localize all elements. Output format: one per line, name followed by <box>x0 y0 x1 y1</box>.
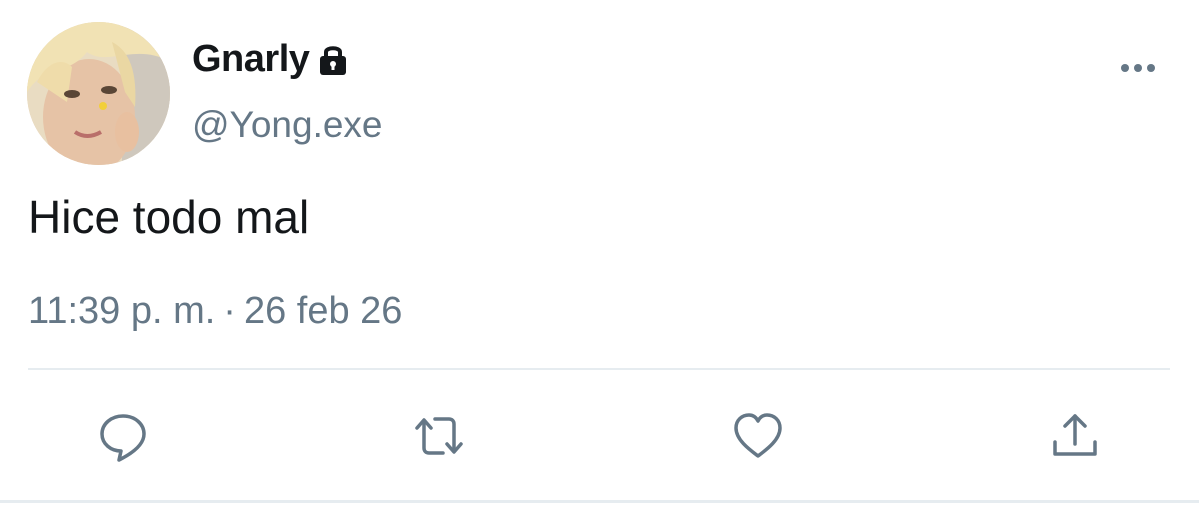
tweet-time: 11:39 p. m. <box>28 290 216 332</box>
divider <box>28 368 1170 370</box>
retweet-icon <box>415 417 463 455</box>
avatar-image <box>27 22 170 165</box>
tweet-date: 26 feb 26 <box>243 290 403 332</box>
like-button[interactable] <box>730 408 786 464</box>
more-horizontal-icon[interactable] <box>1115 58 1161 78</box>
display-name-text: Gnarly <box>192 38 310 80</box>
share-button[interactable] <box>1047 408 1103 464</box>
user-handle[interactable]: @Yong.exe <box>192 104 383 146</box>
lock-icon <box>315 42 351 78</box>
avatar[interactable] <box>27 22 170 165</box>
share-icon <box>1053 414 1097 456</box>
tweet-card: Gnarly @Yong.exe Hice todo mal 11:39 p. … <box>0 0 1199 519</box>
reply-button[interactable] <box>95 408 151 464</box>
reply-icon <box>100 414 146 462</box>
bottom-divider <box>0 500 1199 503</box>
meta-separator: · <box>223 290 236 332</box>
tweet-text: Hice todo mal <box>28 191 310 243</box>
retweet-button[interactable] <box>411 408 467 464</box>
tweet-timestamp[interactable]: 11:39 p. m. · 26 feb 26 <box>28 290 402 333</box>
heart-icon <box>734 413 782 458</box>
display-name[interactable]: Gnarly <box>192 38 351 81</box>
